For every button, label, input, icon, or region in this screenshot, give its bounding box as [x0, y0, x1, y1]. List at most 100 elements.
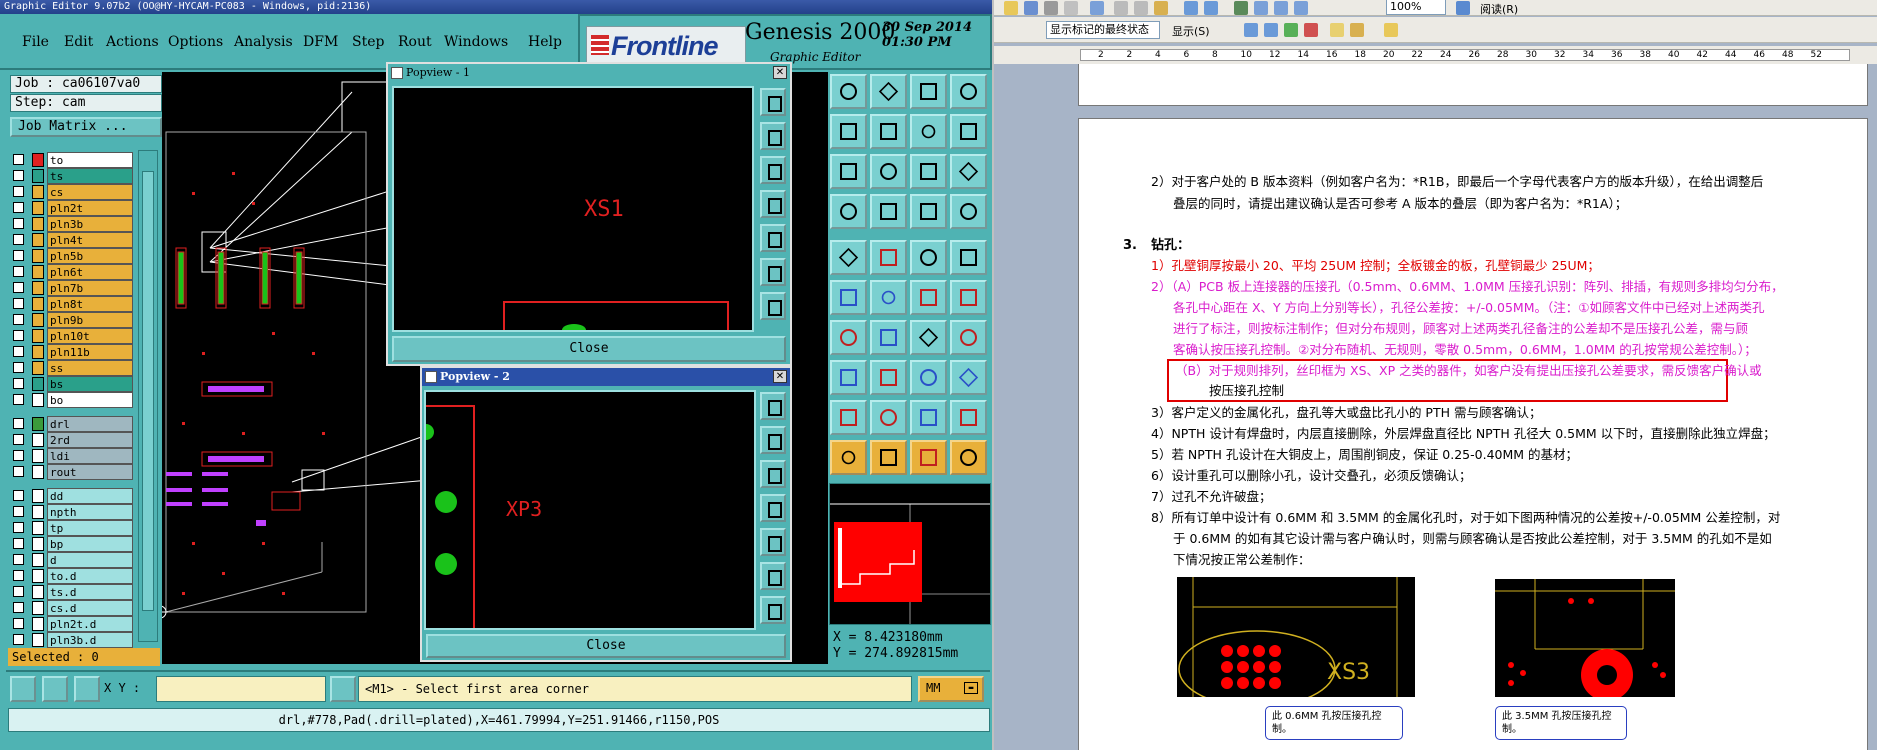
- transform-icon[interactable]: [830, 360, 867, 395]
- layer-checkbox[interactable]: [13, 570, 24, 581]
- menu-rout[interactable]: Rout: [398, 34, 432, 50]
- layer-row[interactable]: pln6t: [10, 264, 134, 280]
- layer-color-swatch[interactable]: [32, 185, 44, 199]
- pointer-circle-icon[interactable]: [910, 440, 947, 475]
- xy-input[interactable]: [156, 676, 326, 702]
- layer-name[interactable]: pln3b.d: [47, 632, 133, 648]
- flash-icon[interactable]: [870, 74, 907, 109]
- menu-analysis[interactable]: Analysis: [234, 34, 293, 50]
- layer-name[interactable]: ss: [47, 360, 133, 376]
- comment-icon[interactable]: [1330, 23, 1344, 37]
- layer-row[interactable]: bs: [10, 376, 134, 392]
- layer-color-swatch[interactable]: [32, 265, 44, 279]
- job-matrix-button[interactable]: Job Matrix ...: [10, 117, 162, 137]
- popview-1-tool[interactable]: [760, 292, 786, 320]
- drill-alt-icon[interactable]: [950, 194, 987, 229]
- layer-row[interactable]: ldi: [10, 448, 134, 464]
- paste-icon[interactable]: [1154, 1, 1168, 15]
- slash-icon[interactable]: [870, 320, 907, 355]
- layer-row[interactable]: to.d: [10, 568, 134, 584]
- layer-color-swatch[interactable]: [32, 297, 44, 311]
- undo-icon[interactable]: [1184, 1, 1198, 15]
- layer-checkbox[interactable]: [13, 362, 24, 373]
- arch-icon[interactable]: [910, 400, 947, 435]
- layer-row[interactable]: bp: [10, 536, 134, 552]
- popview-2-tool[interactable]: [760, 460, 786, 488]
- layer-color-swatch[interactable]: [32, 281, 44, 295]
- table-icon[interactable]: [1254, 1, 1268, 15]
- menu-dfm[interactable]: DFM: [303, 34, 338, 50]
- layer-checkbox[interactable]: [13, 586, 24, 597]
- rotate-icon[interactable]: [910, 320, 947, 355]
- layer-row[interactable]: 2rd: [10, 432, 134, 448]
- layer-checkbox[interactable]: [13, 506, 24, 517]
- measure-tool-button[interactable]: [42, 676, 68, 702]
- layer-name[interactable]: bo: [47, 392, 133, 408]
- layer-checkbox[interactable]: [13, 634, 24, 645]
- layer-color-swatch[interactable]: [32, 201, 44, 215]
- layer-color-swatch[interactable]: [32, 153, 44, 167]
- layer-color-swatch[interactable]: [32, 449, 44, 463]
- layer-checkbox[interactable]: [13, 170, 24, 181]
- layer-name[interactable]: ts: [47, 168, 133, 184]
- layer-name[interactable]: bs: [47, 376, 133, 392]
- layer-color-swatch[interactable]: [32, 505, 44, 519]
- layer-color-swatch[interactable]: [32, 585, 44, 599]
- layer-name[interactable]: pln4t: [47, 232, 133, 248]
- columns-icon[interactable]: [1274, 1, 1288, 15]
- accept-change-icon[interactable]: [1284, 23, 1298, 37]
- circle-icon[interactable]: [950, 240, 987, 275]
- layer-name[interactable]: to: [47, 152, 133, 168]
- layer-color-swatch[interactable]: [32, 329, 44, 343]
- connect-icon[interactable]: [910, 280, 947, 315]
- grid-icon[interactable]: [870, 194, 907, 229]
- layer-checkbox[interactable]: [13, 434, 24, 445]
- layer-row[interactable]: drl: [10, 416, 134, 432]
- angle-icon[interactable]: [830, 320, 867, 355]
- layer-checkbox[interactable]: [13, 250, 24, 261]
- popview-2-tool[interactable]: [760, 528, 786, 556]
- layer-color-swatch[interactable]: [32, 377, 44, 391]
- layer-scrollbar[interactable]: [138, 150, 158, 642]
- layer-row[interactable]: pln2t: [10, 200, 134, 216]
- layer-name[interactable]: drl: [47, 416, 133, 432]
- triangle-icon[interactable]: [830, 400, 867, 435]
- popview-1-view[interactable]: XS1: [392, 86, 754, 332]
- close-icon[interactable]: ✕: [773, 66, 787, 79]
- arch-alt-icon[interactable]: [950, 400, 987, 435]
- layer-row[interactable]: dd: [10, 488, 134, 504]
- layer-checkbox[interactable]: [13, 538, 24, 549]
- popview-1-tool[interactable]: [760, 156, 786, 184]
- layer-name[interactable]: npth: [47, 504, 133, 520]
- select-tool-button[interactable]: [10, 676, 36, 702]
- layer-name[interactable]: pln5b: [47, 248, 133, 264]
- layer-name[interactable]: pln2t.d: [47, 616, 133, 632]
- route-icon[interactable]: [950, 114, 987, 149]
- layer-row[interactable]: pln4t: [10, 232, 134, 248]
- scroll-thumb[interactable]: [142, 171, 154, 611]
- layer-row[interactable]: pln2t.d: [10, 616, 134, 632]
- menu-help[interactable]: Help: [528, 34, 562, 50]
- layer-color-swatch[interactable]: [32, 521, 44, 535]
- node-icon[interactable]: [830, 280, 867, 315]
- layer-row[interactable]: ss: [10, 360, 134, 376]
- layer-name[interactable]: 2rd: [47, 432, 133, 448]
- horizontal-ruler[interactable]: 2 2 4 6 8 10 12 14 16 18 20 22 24 26 28 30 32 34 36 38 40 42 4…: [994, 46, 1877, 64]
- open-icon[interactable]: [1004, 1, 1018, 15]
- menu-file[interactable]: File: [22, 34, 49, 50]
- layer-name[interactable]: cs: [47, 184, 133, 200]
- layer-name[interactable]: bp: [47, 536, 133, 552]
- cut-icon[interactable]: [1114, 1, 1128, 15]
- units-select[interactable]: MM ▬: [918, 676, 984, 702]
- popview-2-tool[interactable]: [760, 426, 786, 454]
- layer-name[interactable]: pln10t: [47, 328, 133, 344]
- connect-alt-icon[interactable]: [950, 280, 987, 315]
- layer-color-swatch[interactable]: [32, 233, 44, 247]
- layer-color-swatch[interactable]: [32, 633, 44, 647]
- grid-tool-button[interactable]: [74, 676, 100, 702]
- layer-checkbox[interactable]: [13, 218, 24, 229]
- layer-row[interactable]: rout: [10, 464, 134, 480]
- layer-row[interactable]: ts.d: [10, 584, 134, 600]
- layer-name[interactable]: tp: [47, 520, 133, 536]
- help-icon[interactable]: [1456, 1, 1470, 15]
